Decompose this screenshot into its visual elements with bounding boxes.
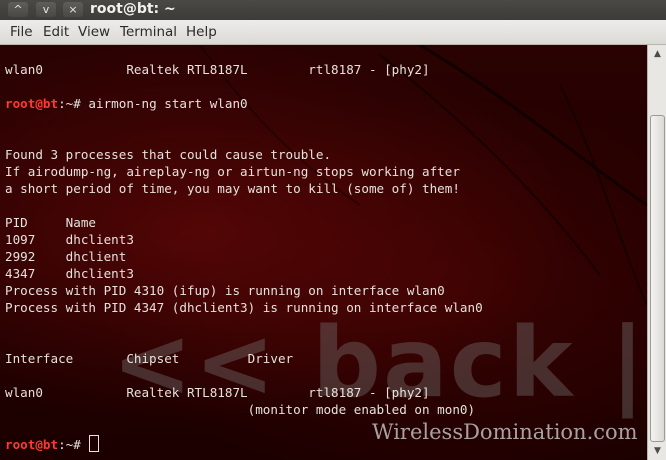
- output-line: Process with PID 4347 (dhclient3) is run…: [5, 300, 483, 315]
- menu-bar: File Edit View Terminal Help: [0, 20, 666, 45]
- window-title: root@bt: ~: [90, 1, 176, 17]
- output-line: Process with PID 4310 (ifup) is running …: [5, 283, 445, 298]
- command-text: airmon-ng start wlan0: [80, 96, 248, 111]
- output-line: wlan0 Realtek RTL8187L rtl8187 - [phy2]: [5, 385, 430, 400]
- watermark-text: WirelessDomination.com: [372, 420, 638, 444]
- output-line: 2992 dhclient: [5, 249, 127, 264]
- output-line: 4347 dhclient3: [5, 266, 134, 281]
- prompt-line: root@bt:~#: [5, 435, 100, 452]
- prompt-user: root@bt: [5, 96, 59, 111]
- scroll-down-arrow-icon[interactable]: ▼: [650, 444, 665, 458]
- output-line: a short period of time, you may want to …: [5, 181, 460, 196]
- menu-file[interactable]: File: [10, 24, 33, 40]
- menu-view[interactable]: View: [78, 24, 110, 40]
- menu-edit[interactable]: Edit: [43, 24, 69, 40]
- output-line: (monitor mode enabled on mon0): [5, 402, 476, 417]
- maximize-button[interactable]: v: [36, 2, 56, 17]
- minimize-button[interactable]: ^: [8, 2, 28, 17]
- text-cursor: [89, 435, 100, 452]
- terminal-window: ^ v × root@bt: ~ File Edit View Terminal…: [0, 0, 666, 460]
- menu-help[interactable]: Help: [186, 24, 217, 40]
- vertical-scrollbar[interactable]: ▲ ▼: [647, 45, 666, 460]
- output-line: 1097 dhclient3: [5, 232, 134, 247]
- output-line: wlan0 Realtek RTL8187L rtl8187 - [phy2]: [5, 62, 430, 77]
- scroll-up-arrow-icon[interactable]: ▲: [650, 47, 665, 61]
- prompt-user: root@bt: [5, 437, 59, 452]
- output-line: If airodump-ng, aireplay-ng or airtun-ng…: [5, 164, 460, 179]
- output-line: Found 3 processes that could cause troub…: [5, 147, 332, 162]
- command-text: [81, 437, 89, 452]
- output-line: PID Name: [5, 215, 96, 230]
- scrollbar-thumb[interactable]: [650, 115, 665, 442]
- prompt-path: :~#: [58, 437, 81, 452]
- close-button[interactable]: ×: [63, 2, 83, 17]
- menu-terminal[interactable]: Terminal: [120, 24, 177, 40]
- terminal-area[interactable]: << back | tra WirelessDomination.com wla…: [0, 45, 647, 460]
- title-bar: ^ v × root@bt: ~: [0, 0, 666, 20]
- prompt-line: root@bt:~# airmon-ng start wlan0: [5, 95, 248, 112]
- output-line: Interface Chipset Driver: [5, 351, 294, 366]
- prompt-path: :~#: [58, 96, 81, 111]
